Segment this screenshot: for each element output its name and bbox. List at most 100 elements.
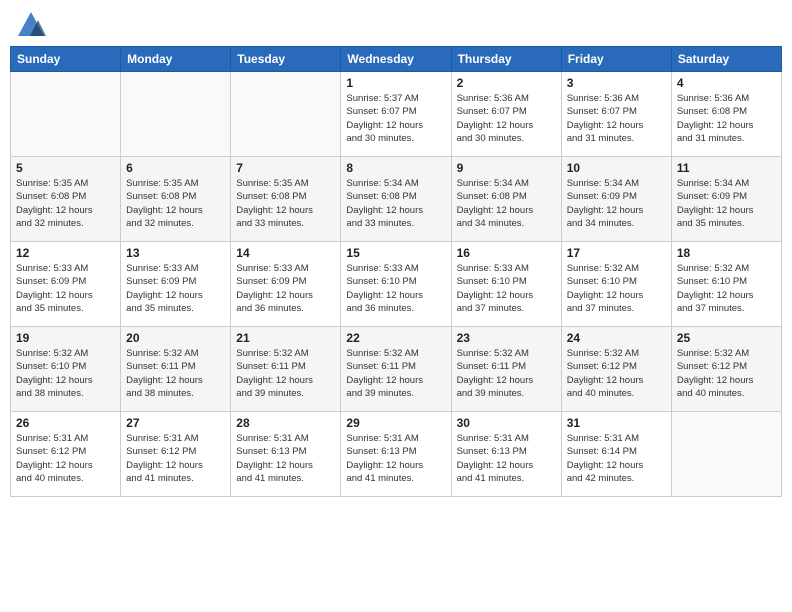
calendar-header: SundayMondayTuesdayWednesdayThursdayFrid… (11, 47, 782, 72)
day-number: 14 (236, 246, 335, 260)
day-number: 25 (677, 331, 776, 345)
day-info: Sunrise: 5:36 AM Sunset: 6:08 PM Dayligh… (677, 92, 776, 145)
day-number: 4 (677, 76, 776, 90)
day-info: Sunrise: 5:33 AM Sunset: 6:09 PM Dayligh… (236, 262, 335, 315)
calendar-cell (121, 72, 231, 157)
day-number: 22 (346, 331, 445, 345)
calendar-cell: 23 Sunrise: 5:32 AM Sunset: 6:11 PM Dayli… (451, 327, 561, 412)
calendar-cell: 21 Sunrise: 5:32 AM Sunset: 6:11 PM Dayli… (231, 327, 341, 412)
day-info: Sunrise: 5:32 AM Sunset: 6:11 PM Dayligh… (457, 347, 556, 400)
day-info: Sunrise: 5:33 AM Sunset: 6:09 PM Dayligh… (16, 262, 115, 315)
calendar-week-row: 1Sunrise: 5:37 AM Sunset: 6:07 PM Daylig… (11, 72, 782, 157)
day-number: 19 (16, 331, 115, 345)
day-info: Sunrise: 5:33 AM Sunset: 6:10 PM Dayligh… (346, 262, 445, 315)
day-info: Sunrise: 5:31 AM Sunset: 6:14 PM Dayligh… (567, 432, 666, 485)
calendar-week-row: 19 Sunrise: 5:32 AM Sunset: 6:10 PM Dayli… (11, 327, 782, 412)
day-number: 21 (236, 331, 335, 345)
calendar-cell: 30 Sunrise: 5:31 AM Sunset: 6:13 PM Dayli… (451, 412, 561, 497)
calendar-cell: 14 Sunrise: 5:33 AM Sunset: 6:09 PM Dayli… (231, 242, 341, 327)
weekday-header: Saturday (671, 47, 781, 72)
day-info: Sunrise: 5:31 AM Sunset: 6:13 PM Dayligh… (236, 432, 335, 485)
weekday-header: Tuesday (231, 47, 341, 72)
day-info: Sunrise: 5:34 AM Sunset: 6:08 PM Dayligh… (457, 177, 556, 230)
day-number: 10 (567, 161, 666, 175)
day-number: 17 (567, 246, 666, 260)
day-number: 18 (677, 246, 776, 260)
day-number: 27 (126, 416, 225, 430)
weekday-header: Wednesday (341, 47, 451, 72)
calendar-body: 1Sunrise: 5:37 AM Sunset: 6:07 PM Daylig… (11, 72, 782, 497)
day-info: Sunrise: 5:33 AM Sunset: 6:10 PM Dayligh… (457, 262, 556, 315)
day-number: 20 (126, 331, 225, 345)
day-number: 28 (236, 416, 335, 430)
day-info: Sunrise: 5:32 AM Sunset: 6:10 PM Dayligh… (677, 262, 776, 315)
calendar-cell: 24Sunrise: 5:32 AM Sunset: 6:12 PM Dayli… (561, 327, 671, 412)
day-info: Sunrise: 5:35 AM Sunset: 6:08 PM Dayligh… (236, 177, 335, 230)
day-number: 30 (457, 416, 556, 430)
weekday-header: Sunday (11, 47, 121, 72)
calendar-cell: 28 Sunrise: 5:31 AM Sunset: 6:13 PM Dayli… (231, 412, 341, 497)
calendar-cell: 6Sunrise: 5:35 AM Sunset: 6:08 PM Daylig… (121, 157, 231, 242)
day-info: Sunrise: 5:36 AM Sunset: 6:07 PM Dayligh… (567, 92, 666, 145)
day-number: 12 (16, 246, 115, 260)
day-info: Sunrise: 5:31 AM Sunset: 6:13 PM Dayligh… (457, 432, 556, 485)
day-info: Sunrise: 5:32 AM Sunset: 6:11 PM Dayligh… (236, 347, 335, 400)
day-info: Sunrise: 5:35 AM Sunset: 6:08 PM Dayligh… (16, 177, 115, 230)
calendar-cell: 13 Sunrise: 5:33 AM Sunset: 6:09 PM Dayli… (121, 242, 231, 327)
calendar-cell: 11 Sunrise: 5:34 AM Sunset: 6:09 PM Dayli… (671, 157, 781, 242)
weekday-header: Thursday (451, 47, 561, 72)
calendar-cell: 16 Sunrise: 5:33 AM Sunset: 6:10 PM Dayli… (451, 242, 561, 327)
calendar-cell: 27Sunrise: 5:31 AM Sunset: 6:12 PM Dayli… (121, 412, 231, 497)
day-number: 24 (567, 331, 666, 345)
calendar-cell: 8 Sunrise: 5:34 AM Sunset: 6:08 PM Daylig… (341, 157, 451, 242)
day-info: Sunrise: 5:34 AM Sunset: 6:09 PM Dayligh… (677, 177, 776, 230)
calendar-cell: 1Sunrise: 5:37 AM Sunset: 6:07 PM Daylig… (341, 72, 451, 157)
day-number: 6 (126, 161, 225, 175)
calendar-week-row: 26Sunrise: 5:31 AM Sunset: 6:12 PM Dayli… (11, 412, 782, 497)
day-info: Sunrise: 5:32 AM Sunset: 6:12 PM Dayligh… (677, 347, 776, 400)
day-info: Sunrise: 5:32 AM Sunset: 6:10 PM Dayligh… (16, 347, 115, 400)
calendar-cell: 3 Sunrise: 5:36 AM Sunset: 6:07 PM Daylig… (561, 72, 671, 157)
weekday-header: Friday (561, 47, 671, 72)
calendar-cell: 4 Sunrise: 5:36 AM Sunset: 6:08 PM Daylig… (671, 72, 781, 157)
calendar-cell: 29 Sunrise: 5:31 AM Sunset: 6:13 PM Dayli… (341, 412, 451, 497)
calendar-cell: 7Sunrise: 5:35 AM Sunset: 6:08 PM Daylig… (231, 157, 341, 242)
calendar-cell: 12 Sunrise: 5:33 AM Sunset: 6:09 PM Dayli… (11, 242, 121, 327)
calendar-cell: 20 Sunrise: 5:32 AM Sunset: 6:11 PM Dayli… (121, 327, 231, 412)
day-number: 3 (567, 76, 666, 90)
calendar-cell: 2Sunrise: 5:36 AM Sunset: 6:07 PM Daylig… (451, 72, 561, 157)
day-info: Sunrise: 5:32 AM Sunset: 6:11 PM Dayligh… (126, 347, 225, 400)
weekday-header: Monday (121, 47, 231, 72)
logo-icon (16, 10, 46, 40)
weekday-row: SundayMondayTuesdayWednesdayThursdayFrid… (11, 47, 782, 72)
day-number: 8 (346, 161, 445, 175)
day-info: Sunrise: 5:31 AM Sunset: 6:12 PM Dayligh… (16, 432, 115, 485)
calendar-cell: 26Sunrise: 5:31 AM Sunset: 6:12 PM Dayli… (11, 412, 121, 497)
day-number: 9 (457, 161, 556, 175)
calendar-cell: 31 Sunrise: 5:31 AM Sunset: 6:14 PM Dayli… (561, 412, 671, 497)
calendar-table: SundayMondayTuesdayWednesdayThursdayFrid… (10, 46, 782, 497)
day-info: Sunrise: 5:34 AM Sunset: 6:08 PM Dayligh… (346, 177, 445, 230)
day-number: 13 (126, 246, 225, 260)
day-number: 11 (677, 161, 776, 175)
day-number: 23 (457, 331, 556, 345)
day-number: 16 (457, 246, 556, 260)
calendar-cell: 15Sunrise: 5:33 AM Sunset: 6:10 PM Dayli… (341, 242, 451, 327)
calendar-cell: 10 Sunrise: 5:34 AM Sunset: 6:09 PM Dayli… (561, 157, 671, 242)
day-number: 31 (567, 416, 666, 430)
calendar-cell: 19 Sunrise: 5:32 AM Sunset: 6:10 PM Dayli… (11, 327, 121, 412)
day-number: 5 (16, 161, 115, 175)
day-info: Sunrise: 5:31 AM Sunset: 6:13 PM Dayligh… (346, 432, 445, 485)
calendar-cell: 5 Sunrise: 5:35 AM Sunset: 6:08 PM Daylig… (11, 157, 121, 242)
calendar-cell: 9 Sunrise: 5:34 AM Sunset: 6:08 PM Daylig… (451, 157, 561, 242)
calendar-week-row: 5 Sunrise: 5:35 AM Sunset: 6:08 PM Daylig… (11, 157, 782, 242)
calendar-cell: 18 Sunrise: 5:32 AM Sunset: 6:10 PM Dayli… (671, 242, 781, 327)
day-number: 1 (346, 76, 445, 90)
calendar-cell (231, 72, 341, 157)
day-info: Sunrise: 5:36 AM Sunset: 6:07 PM Dayligh… (457, 92, 556, 145)
day-info: Sunrise: 5:34 AM Sunset: 6:09 PM Dayligh… (567, 177, 666, 230)
day-number: 29 (346, 416, 445, 430)
day-info: Sunrise: 5:33 AM Sunset: 6:09 PM Dayligh… (126, 262, 225, 315)
calendar-week-row: 12 Sunrise: 5:33 AM Sunset: 6:09 PM Dayli… (11, 242, 782, 327)
calendar-cell: 17Sunrise: 5:32 AM Sunset: 6:10 PM Dayli… (561, 242, 671, 327)
